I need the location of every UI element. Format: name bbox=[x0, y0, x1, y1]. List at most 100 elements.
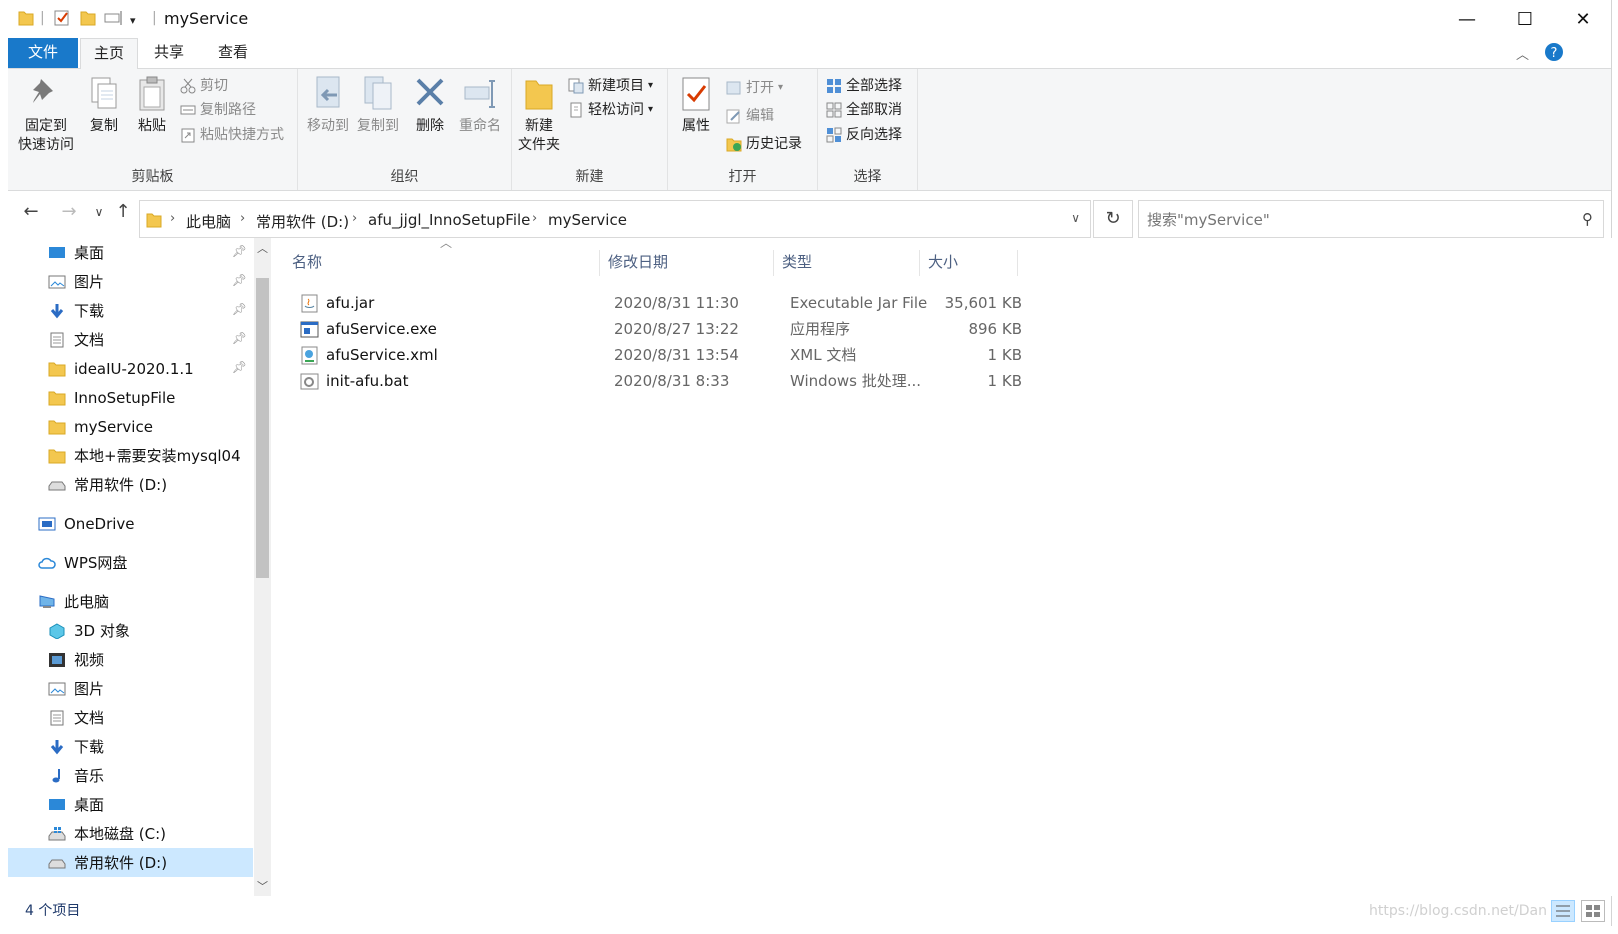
details-view-button[interactable] bbox=[1551, 900, 1575, 922]
nav-item-this-pc[interactable]: 此电脑 bbox=[8, 587, 253, 616]
edit-button[interactable]: 编辑 bbox=[726, 105, 774, 127]
download-arrow-icon bbox=[50, 739, 64, 754]
minimize-button[interactable]: — bbox=[1438, 0, 1496, 38]
pin-icon[interactable]: 📌︎ bbox=[232, 244, 247, 258]
breadcrumb-chevron-icon[interactable]: › bbox=[352, 211, 357, 226]
delete-button[interactable]: 删除 bbox=[410, 75, 450, 136]
nav-item-downloads[interactable]: 下载 📌︎ bbox=[8, 296, 253, 325]
nav-item-3d-objects[interactable]: 3D 对象 bbox=[8, 616, 253, 645]
search-box[interactable]: ⚲ bbox=[1138, 200, 1604, 238]
search-icon[interactable]: ⚲ bbox=[1582, 210, 1593, 228]
properties-quick-icon[interactable] bbox=[54, 9, 70, 27]
nav-item-folder[interactable]: InnoSetupFile bbox=[8, 383, 253, 412]
nav-item-label: 图片 bbox=[74, 273, 105, 291]
breadcrumb-myservice[interactable]: myService bbox=[548, 211, 627, 229]
recent-locations-chevron-icon[interactable]: ∨ bbox=[88, 200, 110, 224]
address-history-chevron-icon[interactable]: ∨ bbox=[1071, 211, 1080, 225]
column-header-name[interactable]: 名称 bbox=[284, 250, 600, 276]
sort-ascending-icon: ︿ bbox=[440, 236, 453, 250]
scroll-down-icon[interactable]: ﹀ bbox=[257, 878, 268, 894]
tab-home[interactable]: 主页 bbox=[80, 38, 138, 69]
nav-item-onedrive[interactable]: OneDrive bbox=[8, 509, 253, 538]
back-arrow-icon[interactable]: ← bbox=[20, 200, 42, 224]
copy-path-button[interactable]: 复制路径 bbox=[180, 99, 256, 121]
column-header-type[interactable]: 类型 bbox=[774, 250, 920, 276]
open-button[interactable]: 打开 ▾ bbox=[726, 77, 783, 99]
refresh-button[interactable]: ↻ bbox=[1093, 200, 1133, 238]
nav-item-music[interactable]: 音乐 bbox=[8, 761, 253, 790]
select-all-button[interactable]: 全部选择 bbox=[826, 75, 902, 97]
breadcrumb-chevron-icon[interactable]: › bbox=[240, 211, 245, 226]
breadcrumb-drive-d[interactable]: 常用软件 (D:) bbox=[256, 211, 349, 232]
copy-to-button[interactable]: 复制到 bbox=[354, 75, 402, 136]
breadcrumb-this-pc[interactable]: 此电脑 bbox=[186, 211, 231, 232]
easy-access-button[interactable]: 轻松访问 ▾ bbox=[568, 99, 653, 121]
address-bar[interactable]: › 此电脑 › 常用软件 (D:) › afu_jjgl_InnoSetupFi… bbox=[139, 200, 1091, 238]
pin-icon[interactable]: 📌︎ bbox=[232, 331, 247, 345]
copy-path-icon bbox=[180, 105, 196, 115]
file-size: 35,601 KB bbox=[944, 294, 1022, 312]
pin-label-2: 快速访问 bbox=[18, 137, 74, 153]
column-header-date[interactable]: 修改日期 bbox=[600, 250, 774, 276]
nav-item-downloads[interactable]: 下载 bbox=[8, 732, 253, 761]
nav-item-documents[interactable]: 文档 bbox=[8, 703, 253, 732]
new-folder-button[interactable]: 新建 文件夹 bbox=[516, 75, 562, 155]
search-input[interactable] bbox=[1147, 209, 1567, 231]
tab-file[interactable]: 文件 bbox=[8, 38, 78, 68]
large-icons-view-button[interactable] bbox=[1581, 900, 1605, 922]
pin-quick-access-button[interactable]: 固定到 快速访问 bbox=[14, 75, 78, 155]
nav-item-label: 本地磁盘 (C:) bbox=[74, 825, 166, 843]
new-folder-quick-icon[interactable] bbox=[80, 9, 96, 27]
nav-item-folder[interactable]: 本地+需要安装mysql04 bbox=[8, 441, 253, 470]
rename-quick-icon[interactable] bbox=[104, 9, 124, 27]
paste-shortcut-button[interactable]: 粘贴快捷方式 bbox=[180, 124, 284, 146]
forward-arrow-icon[interactable]: → bbox=[58, 200, 80, 224]
nav-item-videos[interactable]: 视频 bbox=[8, 645, 253, 674]
invert-selection-button[interactable]: 反向选择 bbox=[826, 124, 902, 146]
file-row[interactable]: afuService.exe 2020/8/27 13:22 应用程序 896 … bbox=[292, 316, 1022, 342]
file-row[interactable]: init-afu.bat 2020/8/31 8:33 Windows 批处理.… bbox=[292, 368, 1022, 394]
cut-button[interactable]: 剪切 bbox=[180, 75, 228, 97]
file-row[interactable]: afuService.xml 2020/8/31 13:54 XML 文档 1 … bbox=[292, 342, 1022, 368]
tab-view[interactable]: 查看 bbox=[208, 38, 258, 68]
nav-item-folder[interactable]: ideaIU-2020.1.1 📌︎ bbox=[8, 354, 253, 383]
nav-scrollbar[interactable]: ︿ ﹀ bbox=[254, 238, 271, 896]
select-none-button[interactable]: 全部取消 bbox=[826, 99, 902, 121]
scroll-up-icon[interactable]: ︿ bbox=[257, 240, 268, 256]
breadcrumb-chevron-icon[interactable]: › bbox=[170, 211, 175, 226]
new-item-button[interactable]: 新建项目 ▾ bbox=[568, 75, 653, 97]
pin-icon[interactable]: 📌︎ bbox=[232, 273, 247, 287]
file-row[interactable]: afu.jar 2020/8/31 11:30 Executable Jar F… bbox=[292, 290, 1022, 316]
nav-item-pictures[interactable]: 图片 bbox=[8, 674, 253, 703]
nav-item-wps-cloud[interactable]: WPS网盘 bbox=[8, 548, 253, 577]
up-arrow-icon[interactable]: ↑ bbox=[112, 200, 134, 224]
paste-button[interactable]: 粘贴 bbox=[130, 75, 174, 136]
pin-icon[interactable]: 📌︎ bbox=[232, 302, 247, 316]
nav-item-drive-c[interactable]: 本地磁盘 (C:) bbox=[8, 819, 253, 848]
column-header-size[interactable]: 大小 bbox=[920, 250, 1018, 276]
nav-item-pictures[interactable]: 图片 📌︎ bbox=[8, 267, 253, 296]
collapse-ribbon-icon[interactable]: ︿ bbox=[1516, 44, 1529, 63]
breadcrumb-chevron-icon[interactable]: › bbox=[532, 211, 537, 226]
nav-item-folder[interactable]: myService bbox=[8, 412, 253, 441]
maximize-button[interactable]: ☐ bbox=[1496, 0, 1554, 38]
document-icon bbox=[50, 332, 64, 347]
breadcrumb-afu-folder[interactable]: afu_jjgl_InnoSetupFile bbox=[368, 211, 530, 229]
nav-item-drive-d-selected[interactable]: 常用软件 (D:) bbox=[8, 848, 253, 877]
nav-item-desktop[interactable]: 桌面 bbox=[8, 790, 253, 819]
copy-button[interactable]: 复制 bbox=[82, 75, 126, 136]
customize-quick-access-icon[interactable]: ▾ bbox=[130, 12, 136, 30]
rename-button[interactable]: 重命名 bbox=[454, 75, 506, 136]
pin-icon[interactable]: 📌︎ bbox=[232, 360, 247, 374]
nav-item-label: 下载 bbox=[74, 302, 105, 320]
nav-item-documents[interactable]: 文档 📌︎ bbox=[8, 325, 253, 354]
tab-share[interactable]: 共享 bbox=[144, 38, 194, 68]
move-to-button[interactable]: 移动到 bbox=[304, 75, 352, 136]
close-button[interactable]: ✕ bbox=[1554, 0, 1612, 38]
properties-button[interactable]: 属性 bbox=[674, 75, 718, 136]
history-button[interactable]: 历史记录 bbox=[726, 133, 802, 155]
nav-item-drive-d[interactable]: 常用软件 (D:) bbox=[8, 470, 253, 499]
scrollbar-thumb[interactable] bbox=[256, 278, 269, 578]
help-icon[interactable]: ? bbox=[1544, 42, 1564, 62]
nav-item-desktop[interactable]: 桌面 📌︎ bbox=[8, 238, 253, 267]
